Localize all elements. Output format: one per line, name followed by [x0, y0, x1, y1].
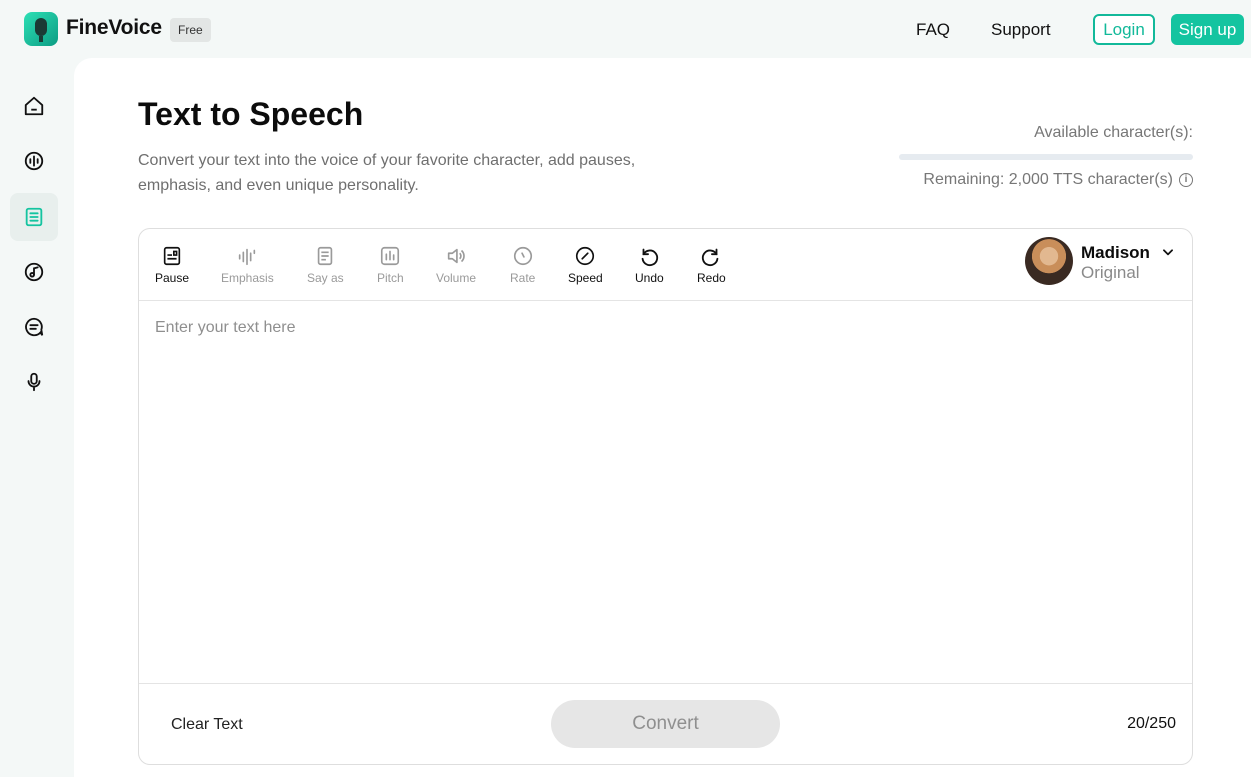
undo-label: Undo	[635, 271, 664, 285]
rate-label: Rate	[510, 271, 536, 285]
undo-icon	[642, 248, 659, 267]
page-title: Text to Speech	[138, 96, 364, 132]
editor-toolbar: Pause Emphasis Say as Pitch Volume Rate …	[139, 229, 1192, 301]
clear-text-button[interactable]: Clear Text	[171, 716, 243, 734]
main-panel: Text to Speech Convert your text into th…	[74, 58, 1251, 777]
chevron-down-icon[interactable]	[1161, 245, 1175, 259]
remaining-text: Remaining: 2,000 TTS character(s)	[923, 171, 1173, 188]
character-count: 20/250	[1127, 715, 1176, 732]
volume-icon	[447, 248, 465, 264]
rate-button[interactable]: Rate	[510, 245, 535, 285]
tts-editor: Pause Emphasis Say as Pitch Volume Rate …	[138, 228, 1193, 765]
signup-button[interactable]: Sign up	[1171, 14, 1244, 45]
say-as-label: Say as	[307, 271, 344, 285]
sidebar-item-home[interactable]	[10, 82, 58, 130]
login-button[interactable]: Login	[1093, 14, 1155, 45]
brand-name[interactable]: FineVoice	[66, 16, 162, 40]
plan-badge: Free	[170, 18, 211, 42]
voice-changer-icon	[24, 151, 44, 171]
text-to-speech-icon	[25, 207, 43, 227]
redo-label: Redo	[697, 271, 726, 285]
available-characters-label: Available character(s):	[1034, 124, 1193, 141]
volume-button[interactable]: Volume	[436, 245, 476, 285]
music-icon	[24, 262, 44, 282]
info-icon[interactable]: i	[1179, 173, 1193, 187]
text-input[interactable]	[139, 301, 1192, 683]
quota-progress-bar	[899, 154, 1193, 160]
pause-icon	[163, 246, 181, 266]
sidebar-item-music[interactable]	[10, 248, 58, 296]
speed-label: Speed	[568, 271, 603, 285]
sidebar-item-text-to-speech[interactable]	[10, 193, 58, 241]
voice-style: Original	[1081, 263, 1140, 282]
page-subtitle: Convert your text into the voice of your…	[138, 152, 636, 194]
pause-button[interactable]: Pause	[155, 245, 189, 285]
top-bar: FineVoice Free FAQ Support Login Sign up	[0, 0, 1251, 58]
pitch-label: Pitch	[377, 271, 404, 285]
chat-icon	[25, 317, 44, 337]
volume-label: Volume	[436, 271, 477, 285]
sidebar-item-voice-changer[interactable]	[10, 137, 58, 185]
emphasis-label: Emphasis	[221, 271, 274, 285]
redo-button[interactable]: Redo	[697, 245, 726, 285]
say-as-button[interactable]: Say as	[307, 245, 344, 285]
sidebar	[0, 58, 74, 777]
emphasis-icon	[239, 248, 256, 266]
remaining-characters: Remaining: 2,000 TTS character(s) i	[923, 171, 1193, 189]
pitch-icon	[381, 246, 400, 266]
home-icon	[24, 96, 44, 116]
say-as-icon	[318, 246, 333, 266]
finevoice-logo-icon[interactable]	[24, 12, 58, 46]
pitch-button[interactable]: Pitch	[377, 245, 404, 285]
microphone-icon	[27, 372, 41, 392]
emphasis-button[interactable]: Emphasis	[221, 245, 274, 285]
nav-support-link[interactable]: Support	[991, 20, 1051, 40]
speed-button[interactable]: Speed	[568, 245, 603, 285]
voice-avatar	[1025, 237, 1073, 285]
editor-footer: Clear Text Convert 20/250	[139, 683, 1192, 765]
undo-button[interactable]: Undo	[635, 245, 664, 285]
pause-label: Pause	[155, 271, 190, 285]
voice-name: Madison	[1081, 243, 1150, 262]
sidebar-item-microphone[interactable]	[10, 358, 58, 406]
redo-icon	[702, 248, 719, 267]
convert-button[interactable]: Convert	[551, 700, 780, 748]
rate-icon	[513, 246, 532, 266]
nav-faq-link[interactable]: FAQ	[916, 20, 950, 40]
sidebar-item-chat[interactable]	[10, 303, 58, 351]
speed-icon	[576, 246, 595, 266]
